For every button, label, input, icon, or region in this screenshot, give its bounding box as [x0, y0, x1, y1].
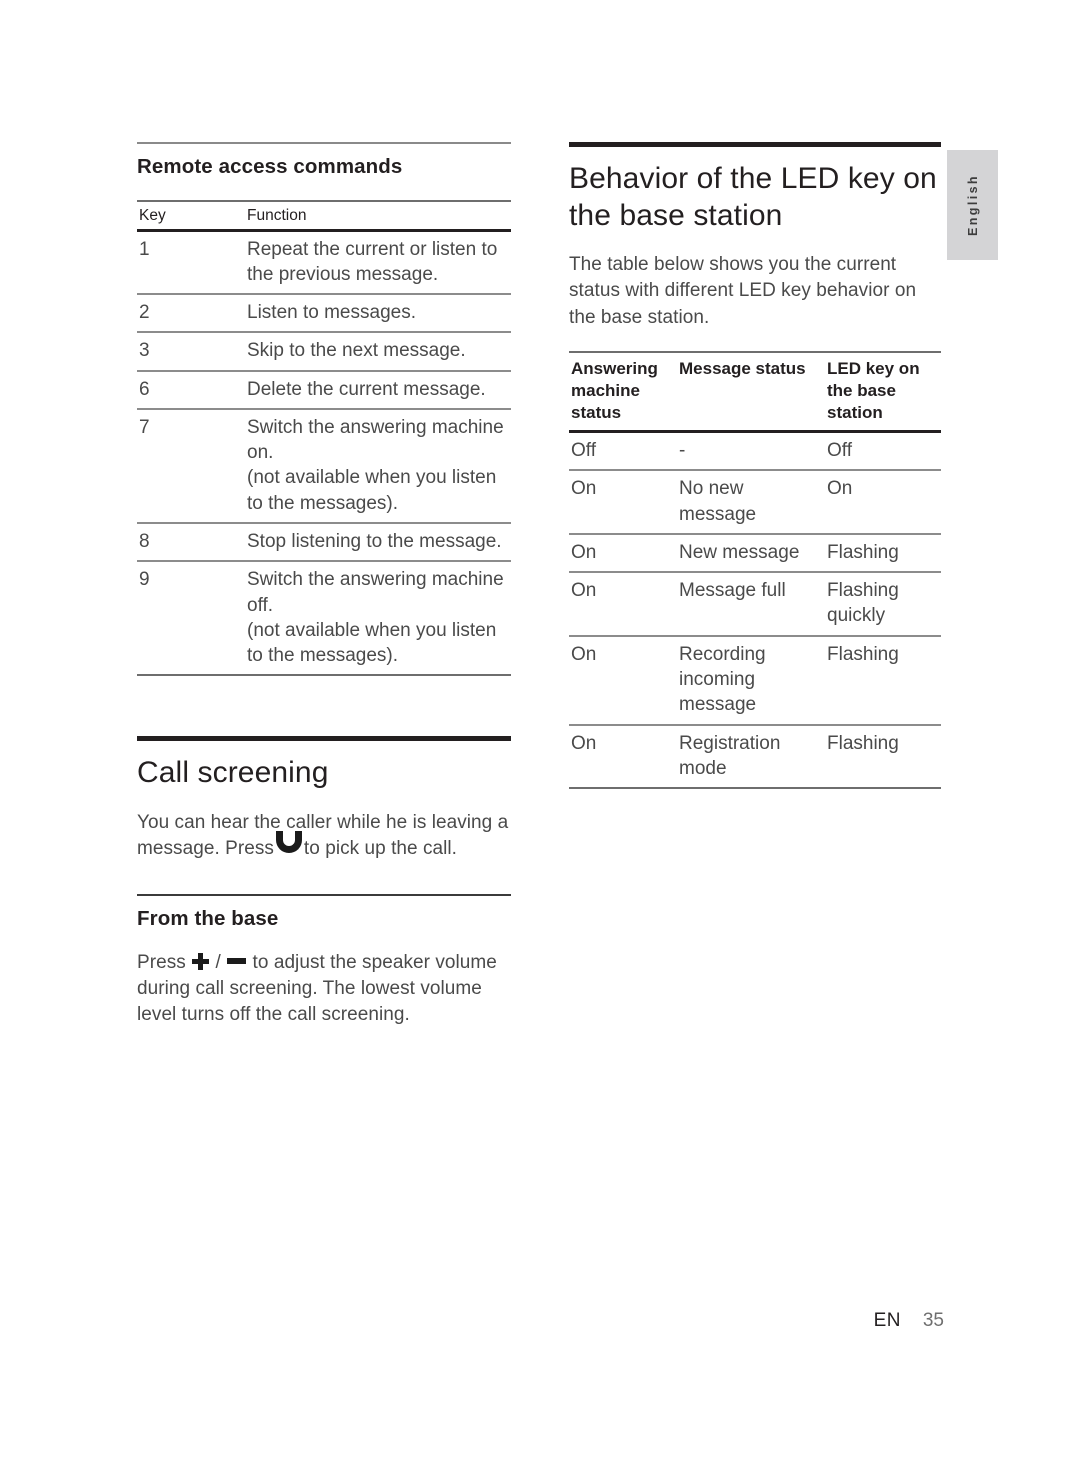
- table-row: On Message full Flashing quickly: [569, 572, 941, 637]
- table-row: 6 Delete the current message.: [137, 370, 511, 410]
- table-row: On Registration mode Flashing: [569, 724, 941, 790]
- column-header-led-key: LED key on the base station: [825, 350, 941, 434]
- cell-key: 8: [137, 523, 245, 563]
- cell-answering-status: Off: [569, 431, 677, 472]
- column-header-function: Function: [245, 199, 511, 232]
- cell-led-behavior: Off: [825, 431, 941, 472]
- right-column: Behavior of the LED key on the base stat…: [569, 142, 941, 790]
- language-tab: English: [947, 150, 998, 260]
- page-footer: EN 35: [0, 1310, 944, 1332]
- led-behavior-heading: Behavior of the LED key on the base stat…: [569, 162, 937, 232]
- from-the-base-heading: From the base: [137, 907, 279, 931]
- led-behavior-intro-paragraph: The table below shows you the current st…: [569, 254, 917, 328]
- column-header-answering-machine-status: Answering machine status: [569, 350, 677, 434]
- table-row: 7 Switch the answering machine on. (not a…: [137, 408, 511, 525]
- table-row: Off - Off: [569, 431, 941, 472]
- cell-function: Repeat the current or listen to the prev…: [245, 230, 511, 296]
- call-screening-intro-paragraph: You can hear the caller while he is leav…: [137, 810, 511, 862]
- table-row: 3 Skip to the next message.: [137, 332, 511, 372]
- table-row: On Recording incoming message Flashing: [569, 635, 941, 726]
- cell-message-status: No new message: [677, 470, 825, 535]
- table-row: On No new message On: [569, 470, 941, 535]
- cell-led-behavior: Flashing: [825, 533, 941, 574]
- remote-access-table-body: 1 Repeat the current or listen to the pr…: [137, 230, 511, 677]
- cell-key: 7: [137, 408, 245, 525]
- table-row: On New message Flashing: [569, 533, 941, 574]
- cell-answering-status: On: [569, 533, 677, 574]
- table-header-row: Answering machine status Message status …: [569, 350, 941, 434]
- led-behavior-heading-rule: [569, 142, 941, 147]
- cell-led-behavior: On: [825, 470, 941, 535]
- cell-key: 9: [137, 561, 245, 677]
- from-the-base-paragraph: Press / to adjust the speaker volume dur…: [137, 950, 511, 1029]
- cell-function: Switch the answering machine off. (not av…: [245, 561, 511, 677]
- table-row: 9 Switch the answering machine off. (not …: [137, 561, 511, 677]
- cell-message-status: Recording incoming message: [677, 635, 825, 726]
- column-header-message-status: Message status: [677, 350, 825, 434]
- footer-page-number: 35: [922, 1310, 944, 1331]
- call-screening-heading: Call screening: [137, 756, 329, 790]
- cell-function: Stop listening to the message.: [245, 523, 511, 563]
- remote-access-commands-table: Key Function 1 Repeat the current or lis…: [137, 199, 511, 677]
- footer-locale: EN: [873, 1310, 901, 1331]
- language-tab-label: English: [965, 174, 980, 236]
- cell-key: 3: [137, 332, 245, 372]
- cell-led-behavior: Flashing quickly: [825, 572, 941, 637]
- minus-icon: [227, 958, 247, 965]
- document-page: Remote access commands Key Function 1 Re…: [0, 0, 1080, 1460]
- remote-access-heading-rule: [137, 142, 511, 144]
- cell-message-status: Message full: [677, 572, 825, 637]
- cell-key: 2: [137, 294, 245, 334]
- cell-led-behavior: Flashing: [825, 635, 941, 726]
- remote-access-commands-heading: Remote access commands: [137, 155, 403, 178]
- slash-separator: /: [215, 952, 221, 973]
- plus-icon: [192, 952, 210, 970]
- cell-answering-status: On: [569, 572, 677, 637]
- pickup-handset-icon: [275, 831, 302, 855]
- cell-function: Skip to the next message.: [245, 332, 511, 372]
- cell-key: 1: [137, 230, 245, 296]
- cell-answering-status: On: [569, 470, 677, 535]
- from-the-base-body-text: to adjust the speaker volume during call…: [137, 952, 497, 1026]
- cell-led-behavior: Flashing: [825, 724, 941, 790]
- table-row: 8 Stop listening to the message.: [137, 523, 511, 563]
- call-screening-heading-rule: [137, 736, 511, 742]
- call-screening-intro-text-after: to pick up the call.: [303, 838, 458, 860]
- cell-answering-status: On: [569, 635, 677, 726]
- cell-message-status: -: [677, 431, 825, 472]
- cell-key: 6: [137, 370, 245, 410]
- cell-function: Delete the current message.: [245, 370, 511, 410]
- press-label: Press: [137, 952, 186, 973]
- cell-message-status: New message: [677, 533, 825, 574]
- table-row: 1 Repeat the current or listen to the pr…: [137, 230, 511, 296]
- led-behavior-table: Answering machine status Message status …: [569, 350, 941, 790]
- cell-answering-status: On: [569, 724, 677, 790]
- led-behavior-table-body: Off - Off On No new message On On New me…: [569, 431, 941, 790]
- left-column: Remote access commands Key Function 1 Re…: [137, 142, 511, 1029]
- column-header-key: Key: [137, 199, 245, 232]
- table-row: 2 Listen to messages.: [137, 294, 511, 334]
- cell-function: Switch the answering machine on. (not ava…: [245, 408, 511, 525]
- cell-function: Listen to messages.: [245, 294, 511, 334]
- from-the-base-heading-rule: [137, 894, 511, 897]
- cell-message-status: Registration mode: [677, 724, 825, 790]
- table-header-row: Key Function: [137, 199, 511, 232]
